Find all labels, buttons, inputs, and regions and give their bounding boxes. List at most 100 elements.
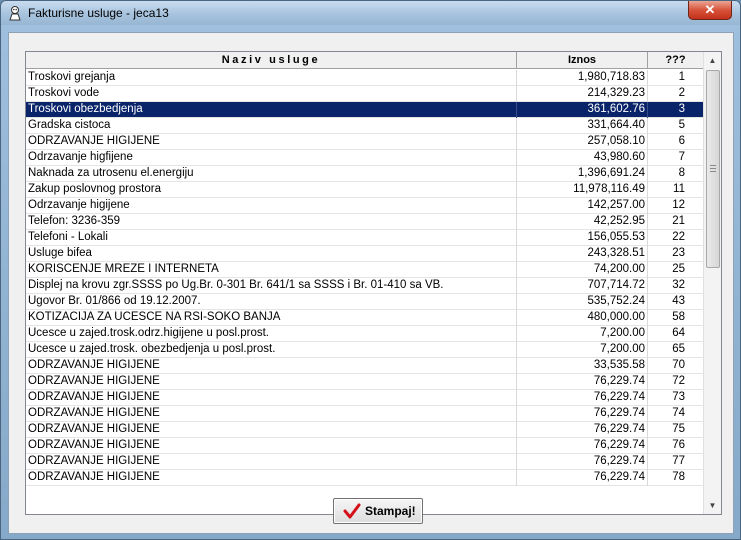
grip-line: [710, 168, 716, 169]
cell-number: 32: [672, 279, 685, 291]
services-table[interactable]: Naziv usluge Iznos ??? Troskovi grejanja…: [25, 51, 722, 515]
cell-number: 76: [672, 439, 685, 451]
cell-name: Usluge bifea: [28, 247, 92, 259]
column-divider: [516, 166, 517, 182]
table-row[interactable]: KOTIZACIJA ZA UCESCE NA RSI-SOKO BANJA 48…: [26, 310, 703, 326]
column-divider: [647, 278, 648, 294]
column-divider: [647, 294, 648, 310]
column-divider: [516, 470, 517, 486]
column-header-number[interactable]: ???: [648, 52, 703, 69]
column-divider: [647, 118, 648, 134]
cell-number: 2: [678, 87, 685, 99]
cell-number: 77: [672, 455, 685, 467]
column-divider: [516, 358, 517, 374]
scroll-up-icon[interactable]: ▲: [704, 52, 721, 69]
table-row[interactable]: Ucesce u zajed.trosk.odrz.higijene u pos…: [26, 326, 703, 342]
table-row[interactable]: Ucesce u zajed.trosk. obezbedjenja u pos…: [26, 342, 703, 358]
cell-number: 22: [672, 231, 685, 243]
table-row[interactable]: Troskovi grejanja 1,980,718.83 1: [26, 70, 703, 86]
column-divider: [516, 118, 517, 134]
column-header-name[interactable]: Naziv usluge: [26, 52, 517, 69]
cell-name: Telefoni - Lokali: [28, 231, 108, 243]
vertical-scrollbar[interactable]: ▲ ▼: [703, 52, 721, 514]
column-divider: [516, 230, 517, 246]
print-button-label: Stampaj!: [365, 504, 416, 518]
cell-number: 8: [678, 167, 685, 179]
cell-amount: 42,252.95: [593, 215, 645, 227]
cell-number: 78: [672, 471, 685, 483]
cell-number: 70: [672, 359, 685, 371]
scroll-down-icon[interactable]: ▼: [704, 497, 721, 514]
cell-amount: 1,396,691.24: [577, 167, 645, 179]
column-divider: [516, 310, 517, 326]
table-row[interactable]: Naknada za utrosenu el.energiju 1,396,691…: [26, 166, 703, 182]
table-row[interactable]: ODRZAVANJE HIGIJENE 76,229.74 77: [26, 454, 703, 470]
table-row[interactable]: Troskovi vode 214,329.23 2: [26, 86, 703, 102]
cell-name: ODRZAVANJE HIGIJENE: [28, 135, 160, 147]
column-divider: [647, 390, 648, 406]
cell-name: Naknada za utrosenu el.energiju: [28, 167, 194, 179]
table-row[interactable]: Odrzavanje higijene 142,257.00 12: [26, 198, 703, 214]
cell-amount: 76,229.74: [593, 439, 645, 451]
cell-amount: 43,980.60: [593, 151, 645, 163]
cell-number: 43: [672, 295, 685, 307]
column-divider: [647, 358, 648, 374]
cell-number: 12: [672, 199, 685, 211]
table-row[interactable]: Usluge bifea 243,328.51 23: [26, 246, 703, 262]
column-divider: [516, 102, 517, 118]
table-row[interactable]: ODRZAVANJE HIGIJENE 76,229.74 78: [26, 470, 703, 486]
cell-name: Troskovi obezbedjenja: [28, 103, 143, 115]
column-divider: [647, 406, 648, 422]
cell-name: Zakup poslovnog prostora: [28, 183, 161, 195]
cell-name: Telefon: 3236-359: [28, 215, 121, 227]
column-divider: [516, 262, 517, 278]
table-row[interactable]: Odrzavanje higfijene 43,980.60 7: [26, 150, 703, 166]
table-row[interactable]: Telefoni - Lokali 156,055.53 22: [26, 230, 703, 246]
table-row[interactable]: KORISCENJE MREZE I INTERNETA 74,200.00 25: [26, 262, 703, 278]
cell-name: ODRZAVANJE HIGIJENE: [28, 471, 160, 483]
column-divider: [647, 166, 648, 182]
table-row[interactable]: Gradska cistoca 331,664.40 5: [26, 118, 703, 134]
column-divider: [516, 374, 517, 390]
cell-name: ODRZAVANJE HIGIJENE: [28, 391, 160, 403]
column-divider: [647, 230, 648, 246]
cell-number: 3: [678, 103, 685, 115]
table-row[interactable]: ODRZAVANJE HIGIJENE 76,229.74 72: [26, 374, 703, 390]
table-row[interactable]: ODRZAVANJE HIGIJENE 76,229.74 74: [26, 406, 703, 422]
column-divider: [647, 182, 648, 198]
table-row[interactable]: ODRZAVANJE HIGIJENE 76,229.74 76: [26, 438, 703, 454]
column-header-amount[interactable]: Iznos: [517, 52, 648, 69]
title-bar[interactable]: Fakturisne usluge - jeca13 ✕: [1, 1, 740, 25]
cell-amount: 33,535.58: [593, 359, 645, 371]
table-row[interactable]: ODRZAVANJE HIGIJENE 257,058.10 6: [26, 134, 703, 150]
table-row[interactable]: Displej na krovu zgr.SSSS po Ug.Br. 0-30…: [26, 278, 703, 294]
cell-amount: 243,328.51: [587, 247, 645, 259]
cell-number: 6: [678, 135, 685, 147]
cell-number: 73: [672, 391, 685, 403]
cell-number: 1: [678, 71, 685, 83]
app-window: Fakturisne usluge - jeca13 ✕ Naziv uslug…: [0, 0, 741, 540]
cell-amount: 76,229.74: [593, 455, 645, 467]
column-divider: [516, 182, 517, 198]
column-divider: [516, 406, 517, 422]
print-button[interactable]: Stampaj!: [333, 498, 423, 524]
cell-number: 5: [678, 119, 685, 131]
table-row[interactable]: Zakup poslovnog prostora 11,978,116.49 11: [26, 182, 703, 198]
table-row[interactable]: ODRZAVANJE HIGIJENE 76,229.74 75: [26, 422, 703, 438]
column-divider: [647, 70, 648, 86]
table-row[interactable]: ODRZAVANJE HIGIJENE 33,535.58 70: [26, 358, 703, 374]
cell-number: 7: [678, 151, 685, 163]
table-row[interactable]: Ugovor Br. 01/866 od 19.12.2007. 535,752.…: [26, 294, 703, 310]
cell-number: 75: [672, 423, 685, 435]
close-icon: ✕: [704, 2, 716, 17]
table-row[interactable]: Troskovi obezbedjenja 361,602.76 3: [26, 102, 703, 118]
column-divider: [647, 454, 648, 470]
close-button[interactable]: ✕: [688, 1, 732, 20]
cell-number: 74: [672, 407, 685, 419]
cell-name: ODRZAVANJE HIGIJENE: [28, 359, 160, 371]
table-row[interactable]: ODRZAVANJE HIGIJENE 76,229.74 73: [26, 390, 703, 406]
cell-amount: 7,200.00: [600, 327, 645, 339]
table-body: Troskovi grejanja 1,980,718.83 1 Troskovi v…: [26, 70, 703, 486]
table-row[interactable]: Telefon: 3236-359 42,252.95 21: [26, 214, 703, 230]
scroll-thumb[interactable]: [706, 70, 720, 268]
